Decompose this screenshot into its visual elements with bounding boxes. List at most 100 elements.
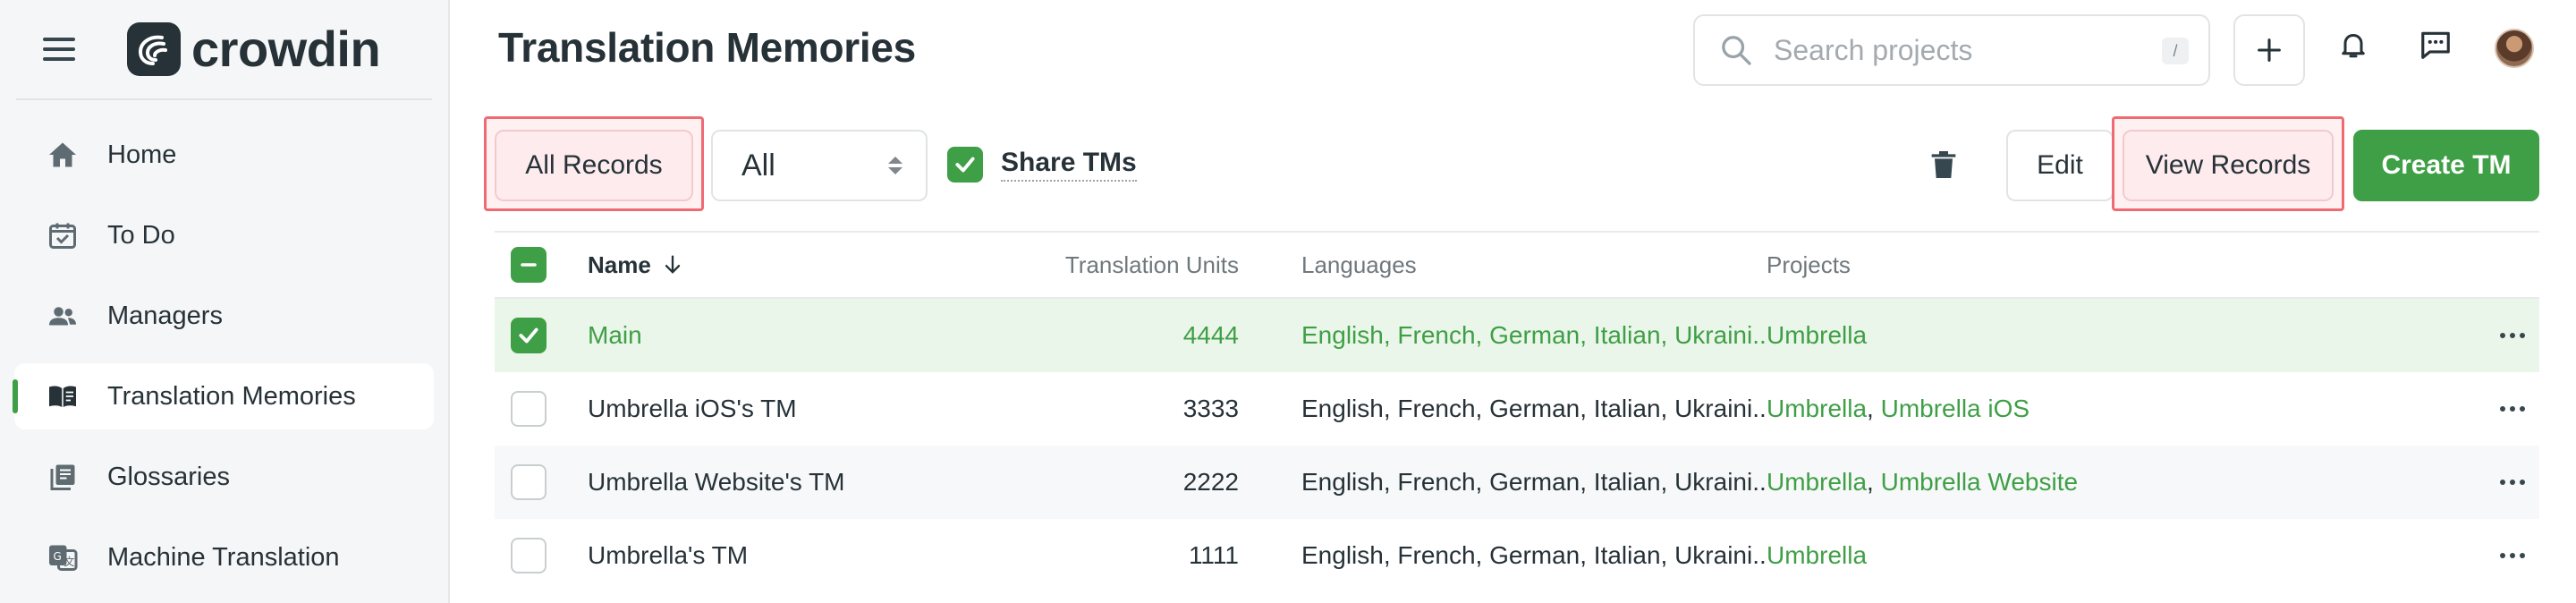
sort-down-arrow-icon bbox=[665, 255, 680, 274]
row-checkbox[interactable] bbox=[511, 391, 547, 427]
tm-name[interactable]: Umbrella Website's TM bbox=[588, 468, 1053, 497]
svg-text:G: G bbox=[54, 550, 62, 563]
filter-select-value: All bbox=[741, 148, 775, 183]
sidebar-header: crowdin bbox=[16, 0, 432, 100]
share-tms-toggle[interactable]: Share TMs bbox=[947, 147, 1137, 183]
search-box[interactable]: / bbox=[1693, 14, 2210, 86]
minus-icon bbox=[521, 263, 537, 267]
sidebar-item-translation-memories[interactable]: Translation Memories bbox=[13, 363, 434, 429]
home-icon bbox=[45, 137, 80, 173]
tm-languages: English, French, German, Italian, Ukrain… bbox=[1301, 541, 1767, 569]
sidebar-item-label: Translation Memories bbox=[107, 381, 356, 411]
logo[interactable]: crowdin bbox=[127, 21, 381, 77]
tm-table: Name Translation Units Languages Project… bbox=[495, 231, 2539, 592]
people-icon bbox=[45, 298, 80, 334]
bell-icon bbox=[2342, 34, 2365, 58]
share-tms-checkbox[interactable] bbox=[947, 147, 983, 183]
user-avatar[interactable] bbox=[2495, 29, 2534, 68]
calendar-check-icon bbox=[45, 217, 80, 253]
tm-name[interactable]: Main bbox=[588, 321, 1053, 350]
select-all-checkbox[interactable] bbox=[511, 247, 547, 283]
svg-text:文: 文 bbox=[64, 555, 75, 568]
edit-button[interactable]: Edit bbox=[2006, 130, 2114, 201]
crowdin-logo-icon bbox=[127, 22, 181, 76]
table-row[interactable]: Umbrella iOS's TM 3333 English, French, … bbox=[495, 372, 2539, 446]
delete-button[interactable] bbox=[1926, 147, 1962, 183]
notifications-button[interactable] bbox=[2332, 23, 2375, 66]
tm-name[interactable]: Umbrella iOS's TM bbox=[588, 395, 1053, 423]
tm-name[interactable]: Umbrella's TM bbox=[588, 541, 1053, 570]
create-tm-button[interactable]: Create TM bbox=[2353, 130, 2539, 201]
tm-units: 4444 bbox=[1182, 321, 1239, 349]
table-row[interactable]: Main 4444 English, French, German, Itali… bbox=[495, 299, 2539, 372]
project-link[interactable]: Umbrella iOS bbox=[1881, 395, 2029, 422]
search-icon bbox=[1722, 36, 1751, 65]
tm-units: 1111 bbox=[1188, 541, 1239, 569]
glossary-icon bbox=[45, 459, 80, 495]
column-name-label: Name bbox=[588, 251, 651, 278]
project-separator: , bbox=[1867, 468, 1881, 496]
search-input[interactable] bbox=[1774, 33, 2131, 67]
sidebar-item-machine-translation[interactable]: G文 Machine Translation bbox=[14, 524, 434, 590]
messages-button[interactable] bbox=[2414, 23, 2457, 66]
column-units-header[interactable]: Translation Units bbox=[1053, 251, 1239, 279]
column-languages-header[interactable]: Languages bbox=[1239, 251, 1767, 279]
row-more-button[interactable] bbox=[2486, 406, 2539, 412]
page-title: Translation Memories bbox=[498, 24, 916, 71]
sidebar-item-label: Home bbox=[107, 140, 177, 169]
filter-select[interactable]: All bbox=[711, 130, 928, 201]
select-all-cell bbox=[495, 247, 588, 283]
menu-icon[interactable] bbox=[43, 38, 75, 61]
sidebar-item-label: To Do bbox=[107, 220, 175, 250]
table-row[interactable]: Umbrella Website's TM 2222 English, Fren… bbox=[495, 446, 2539, 519]
open-book-icon bbox=[45, 378, 80, 414]
row-checkbox[interactable] bbox=[511, 318, 547, 353]
sidebar-item-label: Machine Translation bbox=[107, 542, 340, 572]
all-records-button[interactable]: All Records bbox=[495, 130, 693, 201]
sidebar-item-home[interactable]: Home bbox=[14, 122, 434, 188]
chat-icon bbox=[2421, 31, 2450, 59]
project-link[interactable]: Umbrella bbox=[1767, 541, 1867, 569]
tm-languages: English, French, German, Italian, Ukrain… bbox=[1301, 395, 1767, 422]
row-checkbox[interactable] bbox=[511, 464, 547, 500]
share-tms-label: Share TMs bbox=[1001, 148, 1137, 182]
trash-icon bbox=[1931, 151, 1956, 178]
row-more-button[interactable] bbox=[2486, 333, 2539, 338]
tm-units: 3333 bbox=[1182, 395, 1239, 422]
view-records-button[interactable]: View Records bbox=[2123, 130, 2334, 201]
tm-languages: English, French, German, Italian, Ukrain… bbox=[1301, 321, 1767, 349]
translate-icon: G文 bbox=[45, 539, 80, 575]
sidebar-item-label: Glossaries bbox=[107, 462, 230, 491]
tm-units: 2222 bbox=[1182, 468, 1239, 496]
more-dots-icon bbox=[2500, 480, 2525, 485]
tm-languages: English, French, German, Italian, Ukrain… bbox=[1301, 468, 1767, 496]
project-link[interactable]: Umbrella bbox=[1767, 468, 1867, 496]
more-dots-icon bbox=[2500, 406, 2525, 412]
sidebar-item-managers[interactable]: Managers bbox=[14, 283, 434, 349]
column-projects-header[interactable]: Projects bbox=[1767, 251, 2486, 279]
sidebar-item-todo[interactable]: To Do bbox=[14, 202, 434, 268]
project-separator: , bbox=[1867, 395, 1881, 422]
project-link[interactable]: Umbrella Website bbox=[1881, 468, 2078, 496]
select-arrows-icon bbox=[888, 157, 902, 174]
checkmark-icon bbox=[955, 157, 975, 173]
table-row[interactable]: Umbrella's TM 1111 English, French, Germ… bbox=[495, 519, 2539, 592]
more-dots-icon bbox=[2500, 333, 2525, 338]
sidebar: crowdin Home To Do Managers Translation … bbox=[0, 0, 450, 603]
brand-name: crowdin bbox=[191, 21, 381, 77]
project-link[interactable]: Umbrella bbox=[1767, 321, 1867, 349]
row-checkbox[interactable] bbox=[511, 538, 547, 573]
row-more-button[interactable] bbox=[2486, 480, 2539, 485]
table-header: Name Translation Units Languages Project… bbox=[495, 231, 2539, 299]
main-content: Translation Memories / All Records All bbox=[450, 0, 2576, 603]
row-more-button[interactable] bbox=[2486, 553, 2539, 558]
checkmark-icon bbox=[519, 327, 538, 344]
add-button[interactable] bbox=[2233, 14, 2305, 86]
more-dots-icon bbox=[2500, 553, 2525, 558]
sidebar-item-glossaries[interactable]: Glossaries bbox=[14, 444, 434, 510]
sidebar-item-label: Managers bbox=[107, 301, 223, 330]
sidebar-nav: Home To Do Managers Translation Memories bbox=[0, 100, 448, 590]
plus-icon bbox=[2258, 38, 2281, 62]
column-name-header[interactable]: Name bbox=[588, 251, 1053, 279]
project-link[interactable]: Umbrella bbox=[1767, 395, 1867, 422]
